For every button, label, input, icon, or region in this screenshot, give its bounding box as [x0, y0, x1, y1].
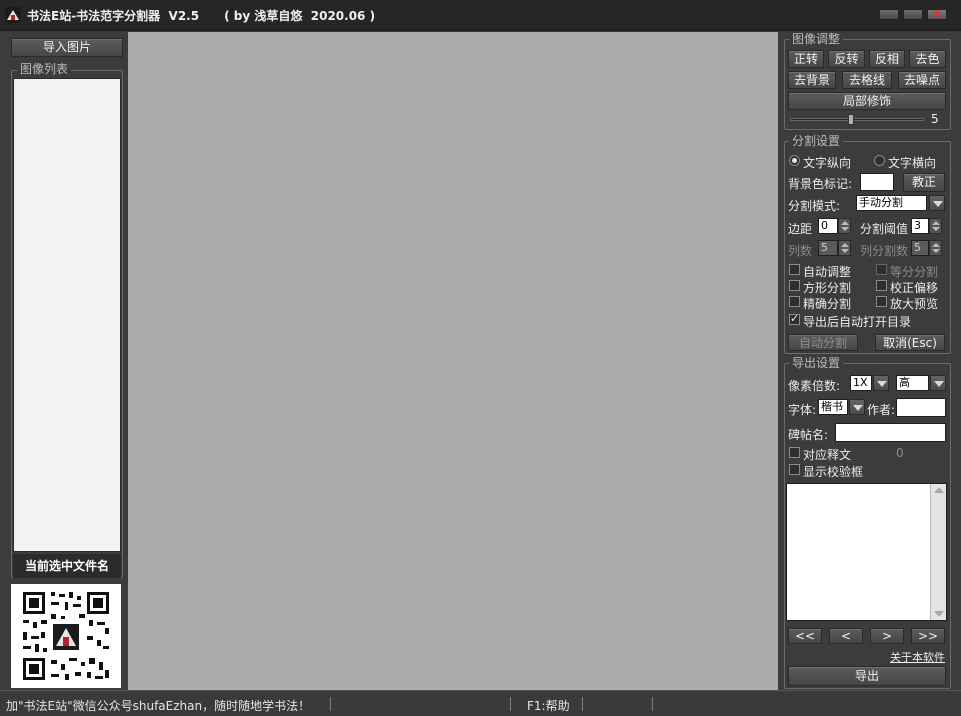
title-bar: 书法E站-书法范字分割器 V2.5 ( by 浅草自悠 2020.06 )	[0, 0, 961, 31]
slider-value: 5	[931, 112, 939, 126]
status-separator	[510, 697, 511, 711]
columns-label: 列数	[788, 244, 813, 258]
equal-split-checkbox[interactable]	[876, 264, 887, 275]
radio-horizontal[interactable]	[874, 155, 885, 166]
equal-split-label: 等分分割	[890, 265, 939, 279]
cancel-button[interactable]: 取消(Esc)	[875, 334, 945, 351]
col-split-label: 列分割数	[860, 244, 909, 258]
minimize-icon[interactable]	[879, 9, 899, 20]
chevron-down-icon[interactable]	[873, 375, 889, 391]
chevron-down-icon[interactable]	[929, 195, 945, 211]
app-logo-icon	[5, 7, 21, 23]
font-label: 字体:	[788, 403, 817, 417]
maximize-icon[interactable]	[903, 9, 923, 20]
adjust-slider[interactable]	[790, 114, 924, 125]
nav-first-button[interactable]: <<	[788, 628, 822, 644]
current-file-name: 当前选中文件名	[13, 554, 121, 578]
remove-grid-button[interactable]: 去格线	[842, 71, 892, 89]
desaturate-button[interactable]: 去色	[909, 50, 946, 68]
columns-input[interactable]: 5	[818, 240, 838, 256]
col-split-input[interactable]: 5	[911, 240, 929, 256]
split-mode-label: 分割模式:	[788, 199, 841, 213]
qr-code-icon	[11, 584, 121, 688]
zoom-preview-label: 放大预览	[890, 297, 939, 311]
auto-adjust-label: 自动调整	[803, 265, 852, 279]
stele-name-label: 碑帖名:	[788, 428, 829, 442]
nav-last-button[interactable]: >>	[911, 628, 945, 644]
show-check-box-checkbox[interactable]	[789, 464, 800, 475]
invert-button[interactable]: 反相	[869, 50, 905, 68]
bg-color-swatch[interactable]	[860, 173, 894, 191]
local-fix-button[interactable]: 局部修饰	[788, 92, 946, 110]
split-settings-title: 分割设置	[789, 135, 844, 148]
pixel-multiplier-select[interactable]: 1X	[850, 375, 872, 391]
chevron-down-icon[interactable]	[930, 375, 946, 391]
nav-next-button[interactable]: >	[870, 628, 904, 644]
open-dir-label: 导出后自动打开目录	[803, 315, 912, 329]
image-adjust-title: 图像调整	[789, 33, 844, 46]
match-text-checkbox[interactable]	[789, 447, 800, 458]
stele-name-input[interactable]	[835, 423, 946, 442]
show-check-box-label: 显示校验框	[803, 465, 864, 479]
radio-horizontal-label: 文字横向	[888, 156, 937, 170]
radio-vertical-label: 文字纵向	[803, 156, 852, 170]
slider-thumb[interactable]	[848, 114, 854, 125]
margin-input[interactable]: 0	[818, 218, 838, 234]
threshold-label: 分割阈值	[860, 222, 909, 236]
square-split-checkbox[interactable]	[789, 280, 800, 291]
nav-prev-button[interactable]: <	[829, 628, 863, 644]
status-separator	[652, 697, 653, 711]
pixel-multiplier-label: 像素倍数:	[788, 379, 841, 393]
rotate-ccw-button[interactable]: 反转	[828, 50, 865, 68]
zoom-preview-checkbox[interactable]	[876, 296, 887, 307]
chevron-down-icon[interactable]	[849, 399, 865, 415]
export-button[interactable]: 导出	[788, 666, 946, 686]
author-input[interactable]	[896, 398, 946, 417]
precise-split-checkbox[interactable]	[789, 296, 800, 307]
correct-button[interactable]: 教正	[903, 173, 945, 192]
auto-split-button[interactable]: 自动分割	[788, 334, 858, 351]
threshold-input[interactable]: 3	[911, 218, 929, 234]
export-settings-title: 导出设置	[789, 357, 844, 370]
about-link[interactable]: 关于本软件	[890, 649, 945, 665]
image-list-title: 图像列表	[17, 63, 72, 76]
font-select[interactable]: 楷书	[818, 399, 848, 415]
image-list[interactable]	[13, 78, 121, 552]
import-image-button[interactable]: 导入图片	[11, 38, 123, 57]
correct-offset-label: 校正偏移	[890, 281, 939, 295]
split-mode-select[interactable]: 手动分割	[856, 195, 927, 211]
help-hint: F1:帮助	[527, 699, 570, 713]
col-split-stepper[interactable]	[929, 240, 942, 256]
square-split-label: 方形分割	[803, 281, 852, 295]
text-area[interactable]	[786, 483, 947, 621]
auto-adjust-checkbox[interactable]	[789, 264, 800, 275]
margin-stepper[interactable]	[838, 218, 851, 234]
author-label: 作者:	[867, 403, 896, 417]
threshold-stepper[interactable]	[929, 218, 942, 234]
correct-offset-checkbox[interactable]	[876, 280, 887, 291]
quality-select[interactable]: 高	[896, 375, 929, 391]
match-count: 0	[896, 446, 904, 460]
window-title: 书法E站-书法范字分割器 V2.5 ( by 浅草自悠 2020.06 )	[27, 9, 376, 23]
image-canvas[interactable]	[128, 32, 778, 690]
close-icon[interactable]	[927, 6, 947, 22]
status-separator	[582, 697, 583, 711]
status-bar: 加"书法E站"微信公众号shufaEzhan，随时随地学书法！ F1:帮助	[0, 690, 961, 716]
remove-noise-button[interactable]: 去噪点	[898, 71, 946, 89]
open-dir-checkbox[interactable]	[789, 312, 800, 325]
margin-label: 边距	[788, 222, 813, 236]
text-area-scrollbar[interactable]	[930, 484, 946, 620]
status-message: 加"书法E站"微信公众号shufaEzhan，随时随地学书法！	[6, 699, 311, 713]
status-separator	[330, 697, 331, 711]
radio-vertical[interactable]	[789, 155, 800, 166]
match-text-label: 对应释文	[803, 448, 852, 462]
columns-stepper[interactable]	[838, 240, 851, 256]
remove-background-button[interactable]: 去背景	[788, 71, 836, 89]
bg-color-label: 背景色标记:	[788, 177, 853, 191]
rotate-cw-button[interactable]: 正转	[788, 50, 824, 68]
precise-split-label: 精确分割	[803, 297, 852, 311]
